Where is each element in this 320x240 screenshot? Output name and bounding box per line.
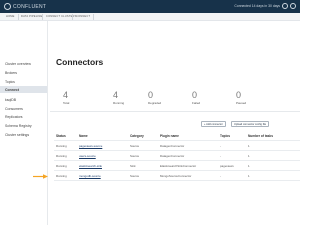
sidebar-item-replicators[interactable]: Replicators	[5, 115, 23, 119]
sidebar-item-schema-registry[interactable]: Schema Registry	[5, 124, 32, 128]
sidebar-item-connect[interactable]: Connect	[5, 88, 19, 92]
sidebar-item-ksqldb[interactable]: ksqlDB	[5, 98, 16, 102]
column-header-category[interactable]: Category	[130, 134, 144, 138]
breadcrumb-separator	[72, 14, 73, 20]
table-row-divider	[54, 150, 300, 151]
column-header-plugin-name[interactable]: Plugin name	[160, 134, 179, 138]
cell-category: Source	[130, 154, 140, 158]
cell-plugin-name: MongoSourceConnector	[160, 174, 192, 178]
stat-value: 0	[236, 90, 242, 100]
stat-running: 4 Running	[113, 90, 125, 106]
cell-name-link[interactable]: pageviews-source	[79, 144, 102, 148]
table-row-divider	[54, 180, 300, 181]
cell-category: Sink	[130, 164, 136, 168]
stat-value: 0	[192, 90, 198, 100]
cell-number-of-tasks: 1	[248, 154, 250, 158]
breadcrumb-separator	[93, 14, 94, 20]
stat-label: Running	[113, 101, 125, 105]
sidebar-item-cluster-settings[interactable]: Cluster settings	[5, 133, 29, 137]
stat-degraded: 0 Degraded	[148, 90, 162, 106]
breadcrumb-separator	[42, 14, 43, 20]
stat-value: 4	[113, 90, 119, 100]
cell-status: Running	[56, 144, 67, 148]
stat-label: Degraded	[148, 101, 162, 105]
stat-paused: 0 Paused	[236, 90, 247, 106]
table-row-divider	[54, 160, 300, 161]
breadcrumb-data-pipeline[interactable]: DATA PIPELINE	[21, 15, 42, 18]
stat-value: 4	[63, 90, 69, 100]
top-navigation-bar: CONFLUENT Connected 14 days in 30 days	[0, 0, 300, 13]
cell-plugin-name: DatagenConnector	[160, 154, 185, 158]
cell-status: Running	[56, 164, 67, 168]
help-icon[interactable]	[282, 3, 288, 9]
column-header-status[interactable]: Status	[56, 134, 66, 138]
trial-status-text: Connected 14 days in 30 days	[234, 4, 280, 8]
table-row-divider	[54, 170, 300, 171]
cell-name-link[interactable]: mongodb-source	[79, 174, 101, 178]
cell-category: Source	[130, 174, 140, 178]
cell-name-link[interactable]: elasticsearch-sink	[79, 164, 102, 168]
upload-config-button[interactable]: Upload connector config file	[231, 121, 270, 127]
breadcrumb-separator	[18, 14, 19, 20]
cell-number-of-tasks: 1	[248, 164, 250, 168]
cell-status: Running	[56, 174, 67, 178]
brand-name: CONFLUENT	[13, 3, 47, 10]
column-header-number-of-tasks[interactable]: Number of tasks	[248, 134, 273, 138]
add-connector-button[interactable]: + Add connector	[201, 121, 226, 127]
stat-value: 0	[148, 90, 154, 100]
annotation-arrow-icon	[33, 174, 48, 179]
user-menu-icon[interactable]	[290, 3, 296, 9]
sidebar: Cluster overview Brokers Topics Connect …	[0, 21, 48, 225]
stat-label: Total	[63, 101, 70, 105]
sidebar-item-cluster-overview[interactable]: Cluster overview	[5, 62, 31, 66]
breadcrumb-home[interactable]: HOME	[6, 15, 15, 18]
cell-topics: -	[220, 144, 221, 148]
cell-topics: pageviews	[220, 164, 234, 168]
column-header-name[interactable]: Name	[79, 134, 88, 138]
cell-number-of-tasks: 1	[248, 174, 250, 178]
sidebar-item-topics[interactable]: Topics	[5, 80, 15, 84]
cell-plugin-name: ElasticsearchSinkConnector	[160, 164, 197, 168]
section-divider	[50, 111, 300, 112]
stat-total: 4 Total	[63, 90, 70, 106]
cell-topics: -	[220, 174, 221, 178]
cell-topics: -	[220, 154, 221, 158]
stat-failed: 0 Failed	[192, 90, 201, 106]
cell-category: Source	[130, 144, 140, 148]
column-header-topics[interactable]: Topics	[220, 134, 230, 138]
cell-number-of-tasks: 1	[248, 144, 250, 148]
sidebar-item-consumers[interactable]: Consumers	[5, 107, 23, 111]
cell-name-link[interactable]: users-source	[79, 154, 96, 158]
stat-label: Failed	[192, 101, 201, 105]
breadcrumb: HOME DATA PIPELINE CONNECT CLUSTERS CONN…	[0, 13, 300, 21]
breadcrumb-connect[interactable]: CONNECT	[76, 15, 90, 18]
brand-logo[interactable]: CONFLUENT	[4, 3, 46, 10]
stat-label: Paused	[236, 101, 247, 105]
cell-plugin-name: DatagenConnector	[160, 144, 185, 148]
confluent-logo-icon	[4, 3, 11, 10]
page-title: Connectors	[56, 57, 104, 67]
table-row-divider	[54, 140, 300, 141]
cell-status: Running	[56, 154, 67, 158]
sidebar-item-brokers[interactable]: Brokers	[5, 71, 17, 75]
